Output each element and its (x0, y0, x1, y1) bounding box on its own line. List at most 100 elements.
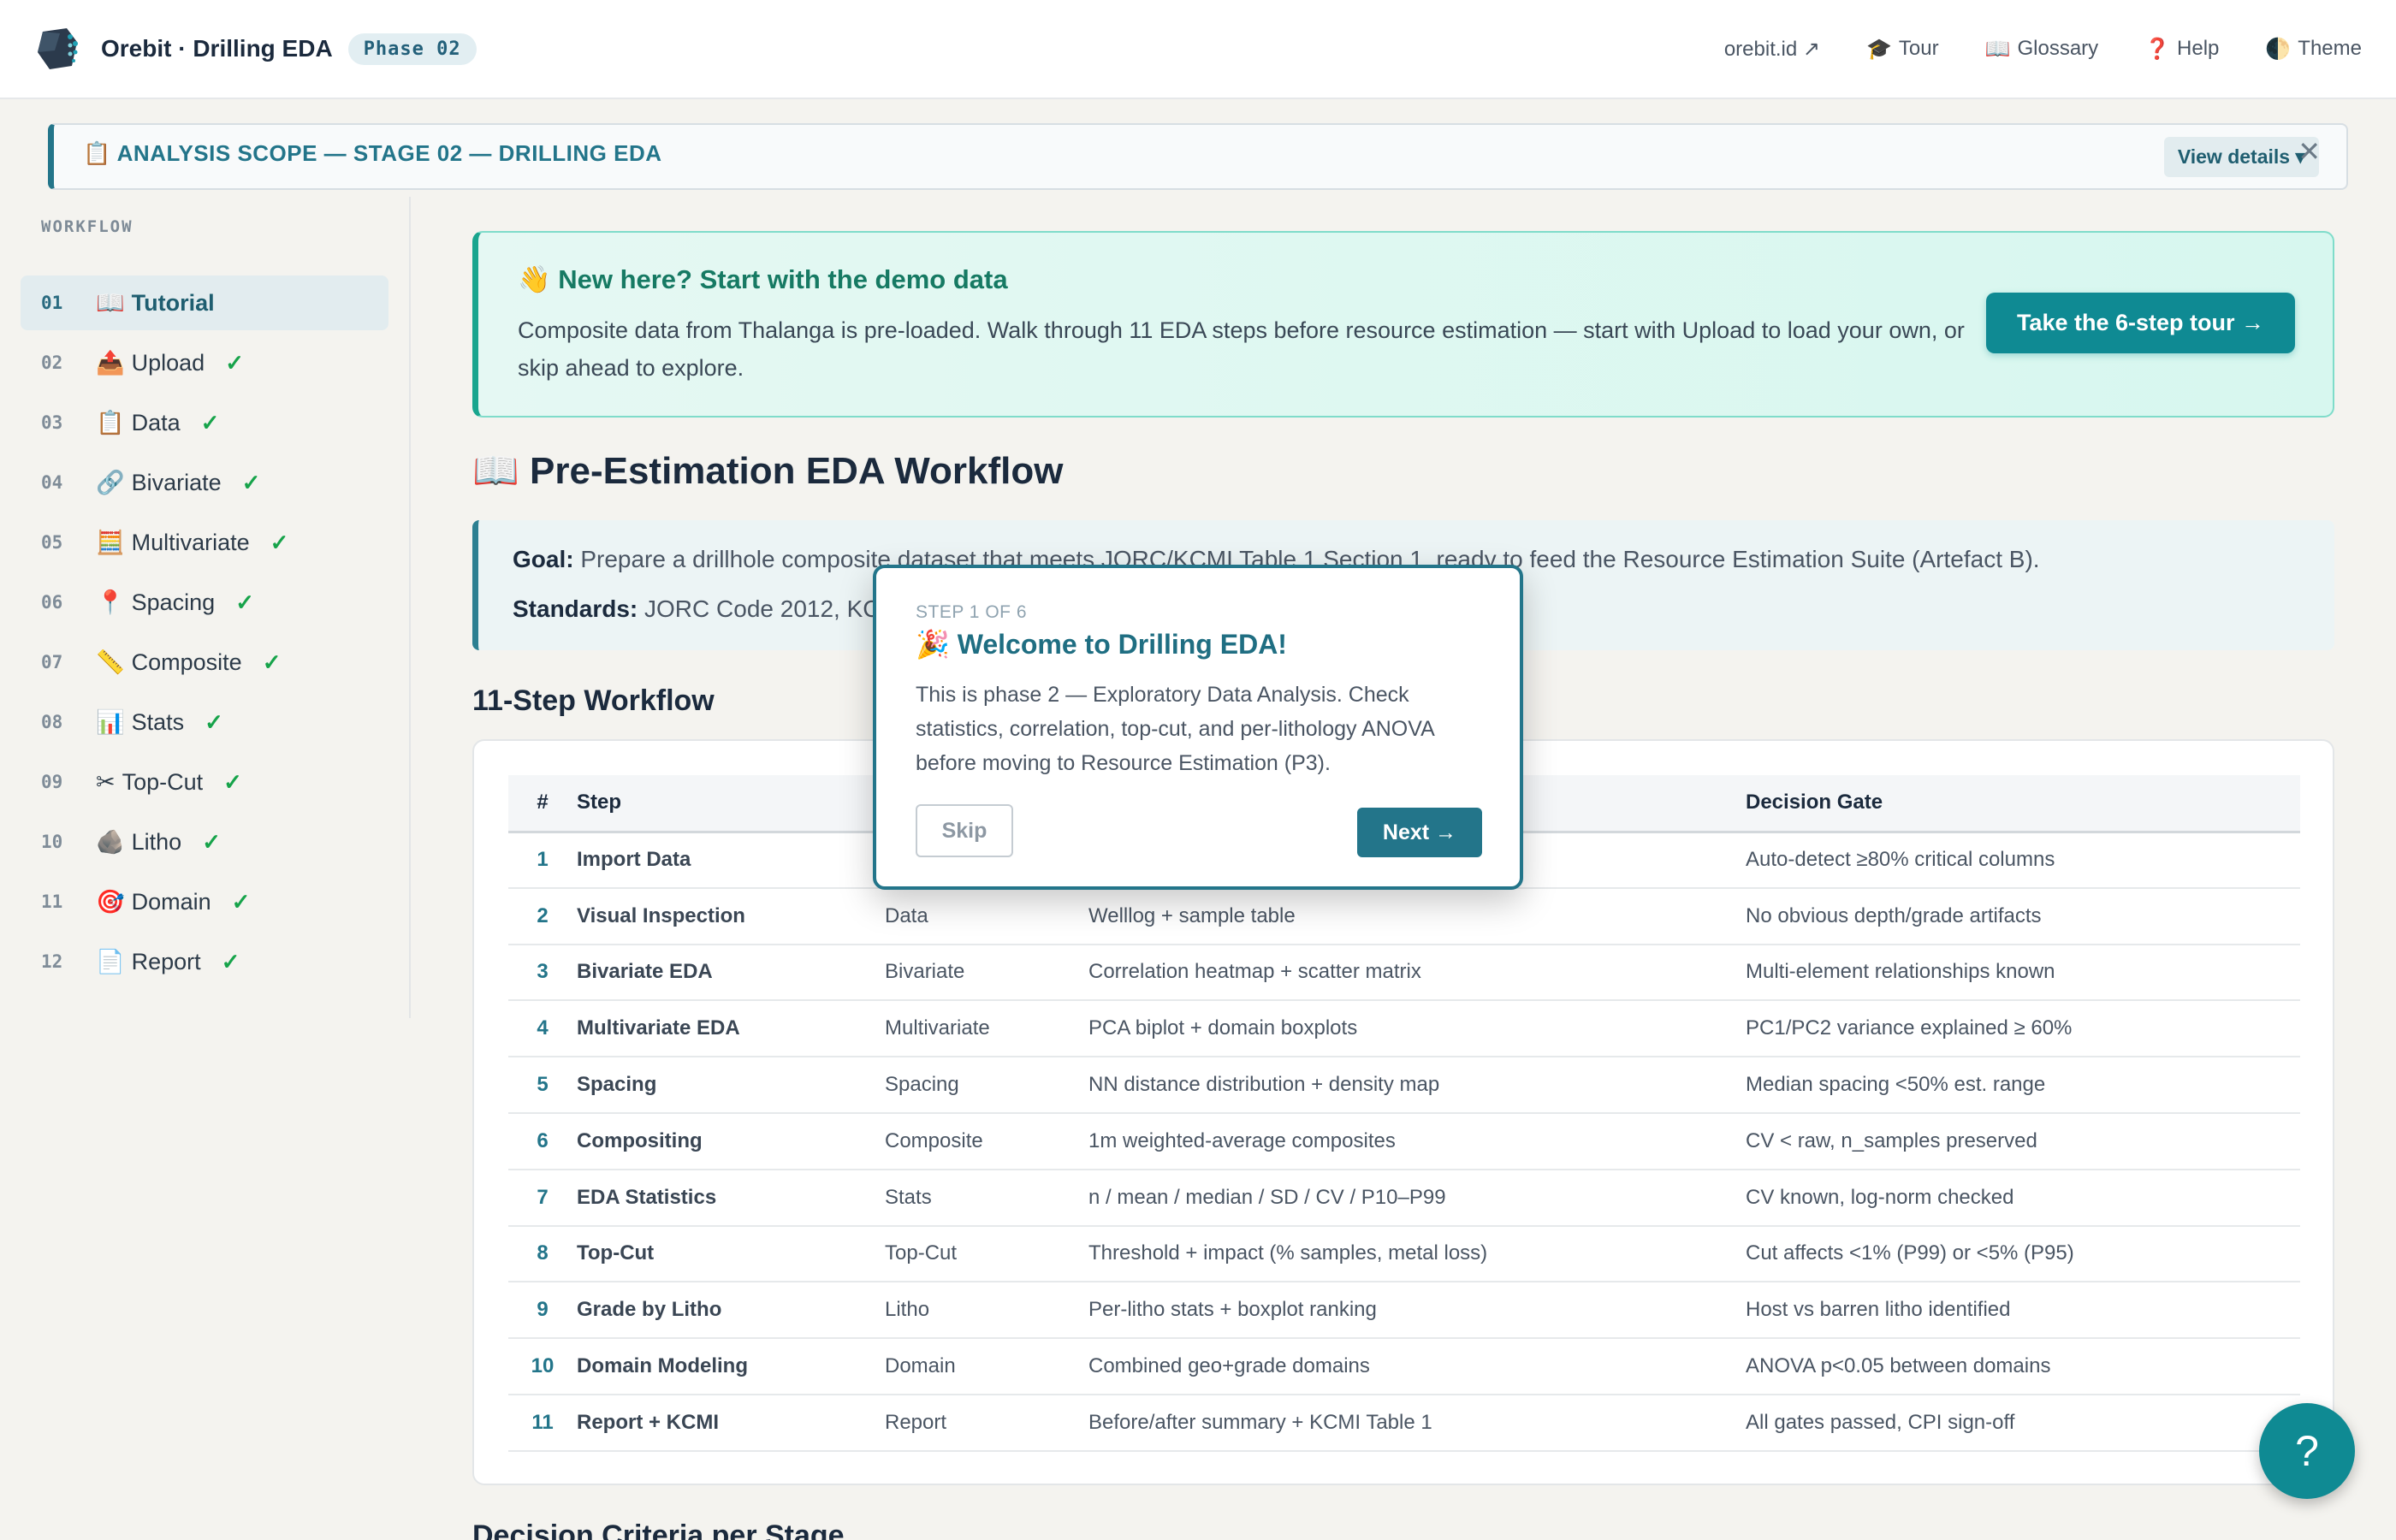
table-row: 11 Report + KCMI Report Before/after summar… (508, 1394, 2300, 1452)
check-icon: ✓ (231, 888, 251, 915)
sidebar-item-number: 06 (41, 592, 63, 613)
cell-step: Visual Inspection (577, 887, 885, 945)
sidebar-item-bivariate[interactable]: 04 🔗 Bivariate ✓ (21, 455, 388, 510)
scope-text: 📋 ANALYSIS SCOPE — STAGE 02 — DRILLING E… (83, 140, 662, 167)
sidebar-item-label: Stats (131, 708, 185, 735)
tour-body: This is phase 2 — Exploratory Data Analy… (916, 683, 1434, 775)
sidebar-item-tutorial[interactable]: 01 📖 Tutorial (21, 275, 388, 330)
cell-n: 5 (508, 1057, 577, 1114)
sidebar-item-label: Spacing (131, 589, 216, 615)
decision-criteria-heading: Decision Criteria per Stage (472, 1519, 845, 1540)
sidebar-item-report[interactable]: 12 📄 Report ✓ (21, 934, 388, 989)
nav-glossary[interactable]: 📖 Glossary (1985, 37, 2099, 62)
half-moon-icon: 🌓 (2265, 37, 2292, 61)
cell-step: Bivariate EDA (577, 944, 885, 1002)
cell-module: Top-Cut (885, 1225, 1088, 1283)
cell-gate: Host vs barren litho identified (1746, 1282, 2300, 1340)
cell-n: 11 (508, 1394, 577, 1452)
cell-step: Import Data (577, 832, 885, 889)
next-button[interactable]: Next → (1357, 808, 1482, 857)
sidebar-item-number: 02 (41, 352, 63, 373)
sidebar-item-label: Tutorial (131, 289, 215, 316)
col-header-num: # (508, 775, 577, 833)
close-icon[interactable]: ✕ (2298, 135, 2321, 168)
cell-step: Report + KCMI (577, 1394, 885, 1452)
tour-title: 🎉 Welcome to Drilling EDA! (916, 629, 1287, 660)
sidebar-item-label: Litho (131, 828, 182, 855)
standards-text: JORC Code 2012, KCMI (644, 595, 907, 622)
sidebar-item-icon: 📤 (96, 350, 125, 376)
sidebar-item-stats[interactable]: 08 📊 Stats ✓ (21, 695, 388, 749)
sidebar-item-label: Top-Cut (122, 768, 204, 795)
view-details-button[interactable]: View details ▾ (2163, 137, 2319, 177)
table-row: 2 Visual Inspection Data Welllog + sample t… (508, 887, 2300, 945)
cell-n: 4 (508, 1000, 577, 1058)
tour-step-label: STEP 1 OF 6 (916, 602, 1027, 622)
nav-orebit-link[interactable]: orebit.id ↗ (1724, 37, 1820, 62)
col-header-gate: Decision Gate (1746, 775, 2300, 833)
take-tour-button[interactable]: Take the 6-step tour → (1985, 293, 2295, 353)
sidebar-item-spacing[interactable]: 06 📍 Spacing ✓ (21, 575, 388, 630)
sidebar-item-number: 10 (41, 832, 63, 852)
cell-step: Spacing (577, 1057, 885, 1114)
skip-button[interactable]: Skip (916, 804, 1013, 857)
cell-step: Domain Modeling (577, 1338, 885, 1395)
check-icon: ✓ (241, 469, 261, 495)
demo-data-callout: 👋 New here? Start with the demo data Com… (472, 231, 2334, 418)
sidebar-item-number: 01 (41, 293, 63, 313)
check-icon: ✓ (205, 708, 223, 735)
cell-gate: No obvious depth/grade artifacts (1746, 887, 2300, 945)
graduation-cap-icon: 🎓 (1866, 37, 1892, 61)
cell-output: Before/after summary + KCMI Table 1 (1088, 1394, 1746, 1452)
cell-gate: Cut affects <1% (P99) or <5% (P95) (1746, 1225, 2300, 1283)
nav-orebit-label: orebit.id ↗ (1723, 37, 1820, 61)
cell-module: Domain (885, 1338, 1088, 1395)
cell-gate: CV < raw, n_samples preserved (1746, 1112, 2300, 1170)
sidebar-item-icon: 🎯 (96, 889, 125, 915)
cell-output: Welllog + sample table (1088, 887, 1746, 945)
nav-help[interactable]: ❓ Help (2144, 37, 2219, 62)
sidebar-item-top-cut[interactable]: 09 ✂ Top-Cut ✓ (21, 755, 388, 809)
nav-tour-label: Tour (1898, 37, 1939, 60)
cell-gate: Auto-detect ≥80% critical columns (1746, 832, 2300, 889)
table-row: 3 Bivariate EDA Bivariate Correlation heatm… (508, 944, 2300, 1002)
cell-step: Multivariate EDA (577, 1000, 885, 1058)
sidebar-item-icon: 🔗 (96, 470, 125, 495)
sidebar-item-icon: 📋 (96, 410, 125, 435)
scope-title: ANALYSIS SCOPE — STAGE 02 — DRILLING EDA (116, 139, 662, 166)
cell-output: Combined geo+grade domains (1088, 1338, 1746, 1395)
sidebar-item-litho[interactable]: 10 🪨 Litho ✓ (21, 814, 388, 869)
sidebar-item-number: 07 (41, 652, 63, 672)
demo-title: 👋 New here? Start with the demo data (518, 264, 1008, 294)
sidebar-item-icon: 📏 (96, 649, 125, 675)
check-icon: ✓ (221, 948, 240, 974)
cell-module: Bivariate (885, 944, 1088, 1002)
sidebar-item-data[interactable]: 03 📋 Data ✓ (21, 395, 388, 450)
table-row: 6 Compositing Composite 1m weighted-average… (508, 1112, 2300, 1170)
nav-tour[interactable]: 🎓 Tour (1866, 37, 1939, 62)
cell-module: Report (885, 1394, 1088, 1452)
top-nav: orebit.id ↗ 🎓 Tour 📖 Glossary ❓ Help 🌓 Theme (1724, 37, 2362, 62)
tour-popup: STEP 1 OF 6 🎉 Welcome to Drilling EDA! T… (873, 565, 1523, 890)
cell-n: 2 (508, 887, 577, 945)
sidebar-item-multivariate[interactable]: 05 🧮 Multivariate ✓ (21, 515, 388, 570)
sidebar-item-composite[interactable]: 07 📏 Composite ✓ (21, 635, 388, 690)
phase-badge: Phase 02 (347, 33, 477, 65)
cell-step: Grade by Litho (577, 1282, 885, 1340)
nav-theme[interactable]: 🌓 Theme (2265, 37, 2362, 62)
sidebar-item-icon: 🪨 (96, 829, 125, 855)
help-fab-button[interactable]: ? (2259, 1403, 2355, 1499)
cell-module: Composite (885, 1112, 1088, 1170)
sidebar-item-domain[interactable]: 11 🎯 Domain ✓ (21, 874, 388, 929)
cell-output: n / mean / median / SD / CV / P10–P99 (1088, 1169, 1746, 1227)
goal-label: Goal: (513, 546, 574, 572)
sidebar-item-label: Upload (131, 349, 205, 376)
sidebar-item-label: Multivariate (131, 529, 250, 555)
nav-theme-label: Theme (2298, 37, 2362, 60)
standards-line: Standards: JORC Code 2012, KCMI (513, 595, 907, 623)
cell-gate: ANOVA p<0.05 between domains (1746, 1338, 2300, 1395)
check-icon: ✓ (262, 649, 282, 675)
sidebar-item-upload[interactable]: 02 📤 Upload ✓ (21, 335, 388, 390)
analysis-scope-banner: 📋 ANALYSIS SCOPE — STAGE 02 — DRILLING E… (48, 123, 2348, 190)
col-header-step: Step (577, 775, 885, 833)
